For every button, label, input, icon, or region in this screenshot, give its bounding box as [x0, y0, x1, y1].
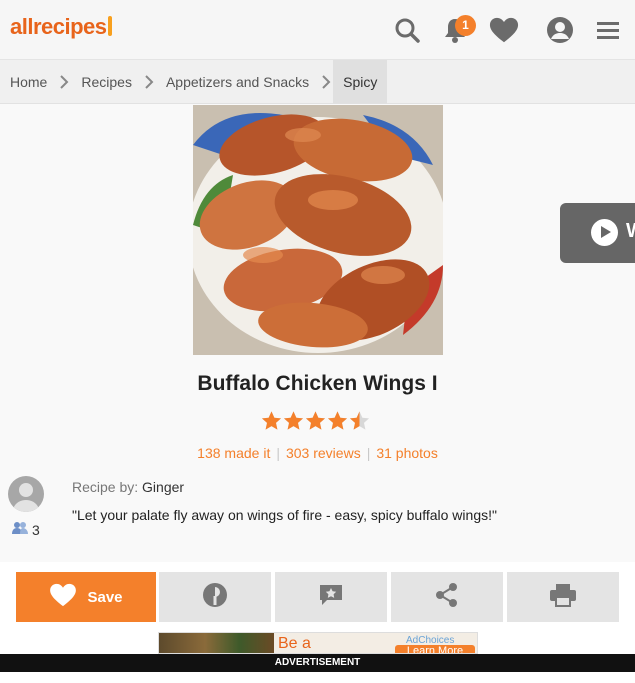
author-name[interactable]: Ginger	[142, 479, 184, 495]
site-header: allrecipes 1	[0, 0, 635, 60]
chevron-right-icon	[142, 60, 156, 104]
recipe-by: Recipe by: Ginger	[72, 479, 184, 495]
breadcrumb-home[interactable]: Home	[0, 60, 57, 104]
adchoices-link[interactable]: AdChoices	[406, 635, 454, 646]
recipe-stats: 138 made it | 303 reviews | 31 photos	[0, 445, 635, 461]
watch-video-button[interactable]: W	[560, 203, 635, 263]
share-icon	[434, 582, 460, 613]
chevron-right-icon	[319, 60, 333, 104]
rating-stars[interactable]	[261, 410, 370, 431]
save-button[interactable]: Save	[16, 572, 156, 622]
star-icon	[327, 411, 348, 430]
reviews-link[interactable]: 303 reviews	[286, 445, 361, 461]
followers[interactable]: 3	[12, 521, 40, 538]
recipe-title: Buffalo Chicken Wings I	[197, 372, 438, 395]
ad-image	[159, 633, 274, 653]
print-icon	[549, 583, 577, 612]
avatar[interactable]	[8, 476, 44, 512]
breadcrumb-recipes[interactable]: Recipes	[71, 60, 142, 104]
action-bar: Save	[0, 562, 635, 632]
made-it-icon	[202, 582, 228, 613]
made-it-button[interactable]	[159, 572, 271, 622]
divider: |	[276, 445, 280, 461]
made-it-count[interactable]: 138 made it	[197, 445, 270, 461]
star-icon	[349, 411, 370, 430]
search-icon[interactable]	[392, 14, 422, 46]
breadcrumb: Home Recipes Appetizers and Snacks Spicy	[0, 59, 635, 104]
star-icon	[283, 411, 304, 430]
recipe-photo[interactable]	[193, 105, 443, 355]
advertisement-label: ADVERTISEMENT	[0, 654, 635, 672]
menu-icon[interactable]	[593, 14, 623, 46]
star-icon	[261, 411, 282, 430]
ad-headline: Be a	[278, 635, 311, 652]
heart-icon[interactable]	[489, 14, 519, 46]
advertisement-banner[interactable]: Be a Learn More AdChoices	[158, 632, 478, 654]
profile-icon[interactable]	[545, 14, 575, 46]
breadcrumb-appetizers[interactable]: Appetizers and Snacks	[156, 60, 319, 104]
notification-badge: 1	[455, 15, 476, 36]
photos-link[interactable]: 31 photos	[376, 445, 438, 461]
recipe-by-label: Recipe by:	[72, 479, 139, 495]
page-bottom	[0, 672, 635, 683]
chevron-right-icon	[57, 60, 71, 104]
print-button[interactable]	[507, 572, 619, 622]
breadcrumb-spicy[interactable]: Spicy	[333, 59, 388, 104]
share-button[interactable]	[391, 572, 503, 622]
allrecipes-logo[interactable]: allrecipes	[10, 14, 112, 40]
recipe-description: "Let your palate fly away on wings of fi…	[72, 507, 497, 523]
review-icon	[318, 583, 344, 612]
review-button[interactable]	[275, 572, 387, 622]
divider: |	[366, 445, 371, 461]
spoon-icon	[107, 16, 112, 36]
followers-count: 3	[32, 521, 40, 538]
save-label: Save	[87, 588, 123, 606]
play-icon	[591, 219, 618, 246]
recipe-summary: W Buffalo Chicken Wings I 138 made it | 30…	[0, 104, 635, 562]
followers-icon	[12, 521, 28, 538]
heart-icon	[49, 583, 77, 611]
star-icon	[305, 411, 326, 430]
ad-learn-more[interactable]: Learn More	[395, 645, 475, 653]
